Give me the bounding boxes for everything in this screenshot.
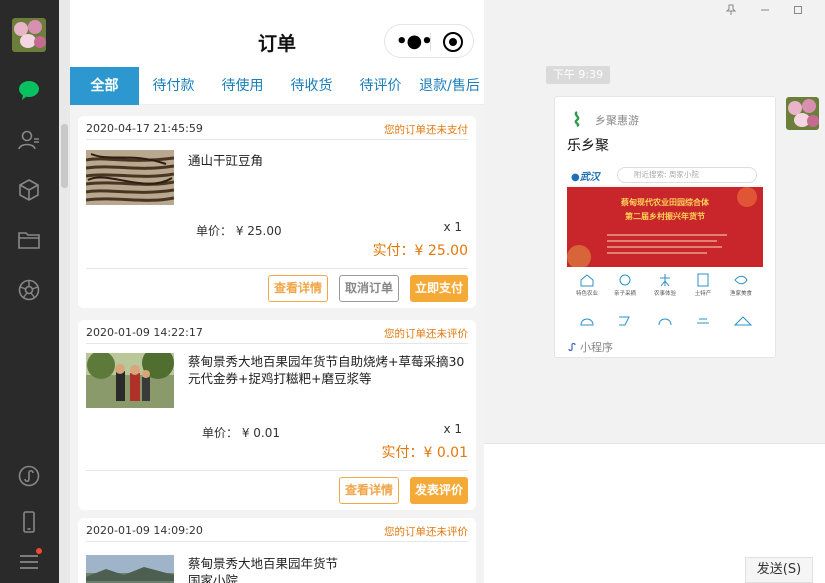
tab-to-review[interactable]: 待评价	[346, 67, 415, 105]
experience-icon	[660, 274, 670, 287]
unit-price: 单价： ¥ 25.00	[196, 224, 282, 238]
product-name[interactable]: 蔡甸景秀大地百果园年货节 国家小院	[188, 555, 338, 583]
mini-program-panel: 订单 •●• 全部 待付款 待使用 待收货 待评价 退款/售后 2020-04-…	[70, 0, 484, 583]
preview-search-input: 附近搜索: 周家小院	[617, 167, 757, 183]
contacts-icon[interactable]	[17, 128, 41, 152]
maximize-icon[interactable]	[791, 4, 805, 18]
category-item: 亲子采摘	[609, 273, 641, 297]
specialty-icon	[697, 273, 709, 287]
product-name[interactable]: 蔡甸景秀大地百果园年货节自助烧烤+草莓采摘30元代金券+捉鸡打糍粑+磨豆浆等	[188, 353, 472, 387]
product-image[interactable]	[86, 555, 174, 583]
preview-search-bar: ●武汉 附近搜索: 周家小院	[567, 165, 763, 185]
divider	[86, 268, 468, 269]
phone-icon[interactable]	[17, 510, 41, 534]
order-date: 2020-01-09 14:22:17	[86, 326, 203, 339]
chat-area: 下午 9:39 乡聚惠游 乐乡聚 ●武汉 附近搜索: 周家小院 蔡甸现代农业田园…	[484, 0, 825, 583]
category-item: 特色农业	[571, 273, 603, 297]
more-icon[interactable]: •●•	[396, 31, 433, 53]
paid-amount: 实付：¥ 0.01	[381, 445, 468, 461]
cube-icon[interactable]	[17, 178, 41, 202]
tab-to-use[interactable]: 待使用	[208, 67, 277, 105]
paid-amount: 实付：¥ 25.00	[372, 243, 468, 259]
tab-refund[interactable]: 退款/售后	[415, 67, 484, 105]
order-date: 2020-04-17 21:45:59	[86, 122, 203, 135]
chat-icon[interactable]	[17, 78, 41, 102]
mini-program-icon[interactable]	[17, 464, 41, 488]
mini-program-small-icon	[568, 342, 576, 352]
order-date: 2020-01-09 14:09:20	[86, 524, 203, 537]
message-timestamp: 下午 9:39	[546, 66, 610, 84]
card-title: 乐乡聚	[567, 138, 609, 154]
card-source: 乡聚惠游	[595, 114, 639, 127]
order-status: 您的订单还未支付	[384, 124, 468, 136]
card-preview: ●武汉 附近搜索: 周家小院 蔡甸现代农业田园综合体 第二届乡村振兴年货节 特色…	[567, 165, 763, 333]
order-status: 您的订单还未评价	[384, 328, 468, 340]
banner-line-2: 第二届乡村振兴年货节	[625, 212, 705, 221]
tab-pending-payment[interactable]: 待付款	[139, 67, 208, 105]
view-details-button[interactable]: 查看详情	[268, 275, 328, 302]
product-image[interactable]	[86, 150, 174, 205]
preview-banner: 蔡甸现代农业田园综合体 第二届乡村振兴年货节	[567, 187, 763, 267]
location-text: 武汉	[579, 172, 600, 183]
moments-icon[interactable]	[17, 278, 41, 302]
preview-category-grid: 特色农业 亲子采摘 农事体验 土特产 渔家美食	[567, 267, 763, 333]
unit-price: 单价： ¥ 0.01	[202, 426, 280, 440]
nav-bar: 订单 •●•	[70, 0, 484, 67]
product-image[interactable]	[86, 353, 174, 408]
scrollbar[interactable]	[59, 0, 70, 583]
app-window: 订单 •●• 全部 待付款 待使用 待收货 待评价 退款/售后 2020-04-…	[0, 0, 825, 583]
write-review-button[interactable]: 发表评价	[410, 477, 468, 504]
banner-line-1: 蔡甸现代农业田园综合体	[621, 198, 709, 207]
category-item: 渔家美食	[725, 273, 757, 297]
category-item: 农事体验	[649, 273, 681, 297]
send-button[interactable]: 发送(S)	[745, 557, 813, 583]
location-label: ●武汉	[571, 168, 600, 183]
cancel-order-button[interactable]: 取消订单	[339, 275, 399, 302]
close-miniprogram-icon[interactable]	[443, 32, 463, 52]
divider	[86, 541, 468, 542]
order-card[interactable]: 2020-01-09 14:22:17 您的订单还未评价 蔡甸景秀大地百果园年货…	[78, 320, 476, 510]
folder-icon[interactable]	[17, 228, 41, 252]
minimize-icon[interactable]	[758, 4, 772, 18]
source-logo-icon	[574, 111, 580, 127]
mini-program-card[interactable]: 乡聚惠游 乐乡聚 ●武汉 附近搜索: 周家小院 蔡甸现代农业田园综合体 第二届乡…	[554, 96, 776, 358]
sender-avatar[interactable]	[786, 97, 819, 130]
scrollbar-thumb[interactable]	[61, 124, 68, 188]
capsule-menu: •●•	[384, 24, 474, 58]
view-details-button[interactable]: 查看详情	[339, 477, 399, 504]
notification-dot	[36, 548, 42, 554]
tab-all[interactable]: 全部	[70, 67, 139, 105]
category-item: 土特产	[687, 273, 719, 297]
product-name[interactable]: 通山干豇豆角	[188, 152, 472, 169]
divider	[86, 139, 468, 140]
location-pin-icon: ●	[571, 172, 580, 183]
capsule-divider	[430, 33, 431, 51]
order-card[interactable]: 2020-04-17 21:45:59 您的订单还未支付 通山干豇豆角 单价： …	[78, 116, 476, 308]
fish-food-icon	[734, 275, 748, 285]
farm-icon	[580, 274, 594, 287]
divider	[86, 343, 468, 344]
quantity: x 1	[443, 220, 462, 234]
order-status: 您的订单还未评价	[384, 526, 468, 538]
order-tabs: 全部 待付款 待使用 待收货 待评价 退款/售后	[70, 67, 484, 105]
user-avatar[interactable]	[12, 18, 46, 52]
sidebar	[0, 0, 59, 583]
category-row-2-icons	[580, 316, 753, 326]
divider	[86, 470, 468, 471]
picking-icon	[619, 274, 631, 286]
tab-to-receive[interactable]: 待收货	[277, 67, 346, 105]
order-card[interactable]: 2020-01-09 14:09:20 您的订单还未评价 蔡甸景秀大地百果园年货…	[78, 518, 476, 583]
card-footer: 小程序	[567, 339, 613, 355]
pin-icon[interactable]	[724, 4, 738, 18]
pay-now-button[interactable]: 立即支付	[410, 275, 468, 302]
quantity: x 1	[443, 422, 462, 436]
